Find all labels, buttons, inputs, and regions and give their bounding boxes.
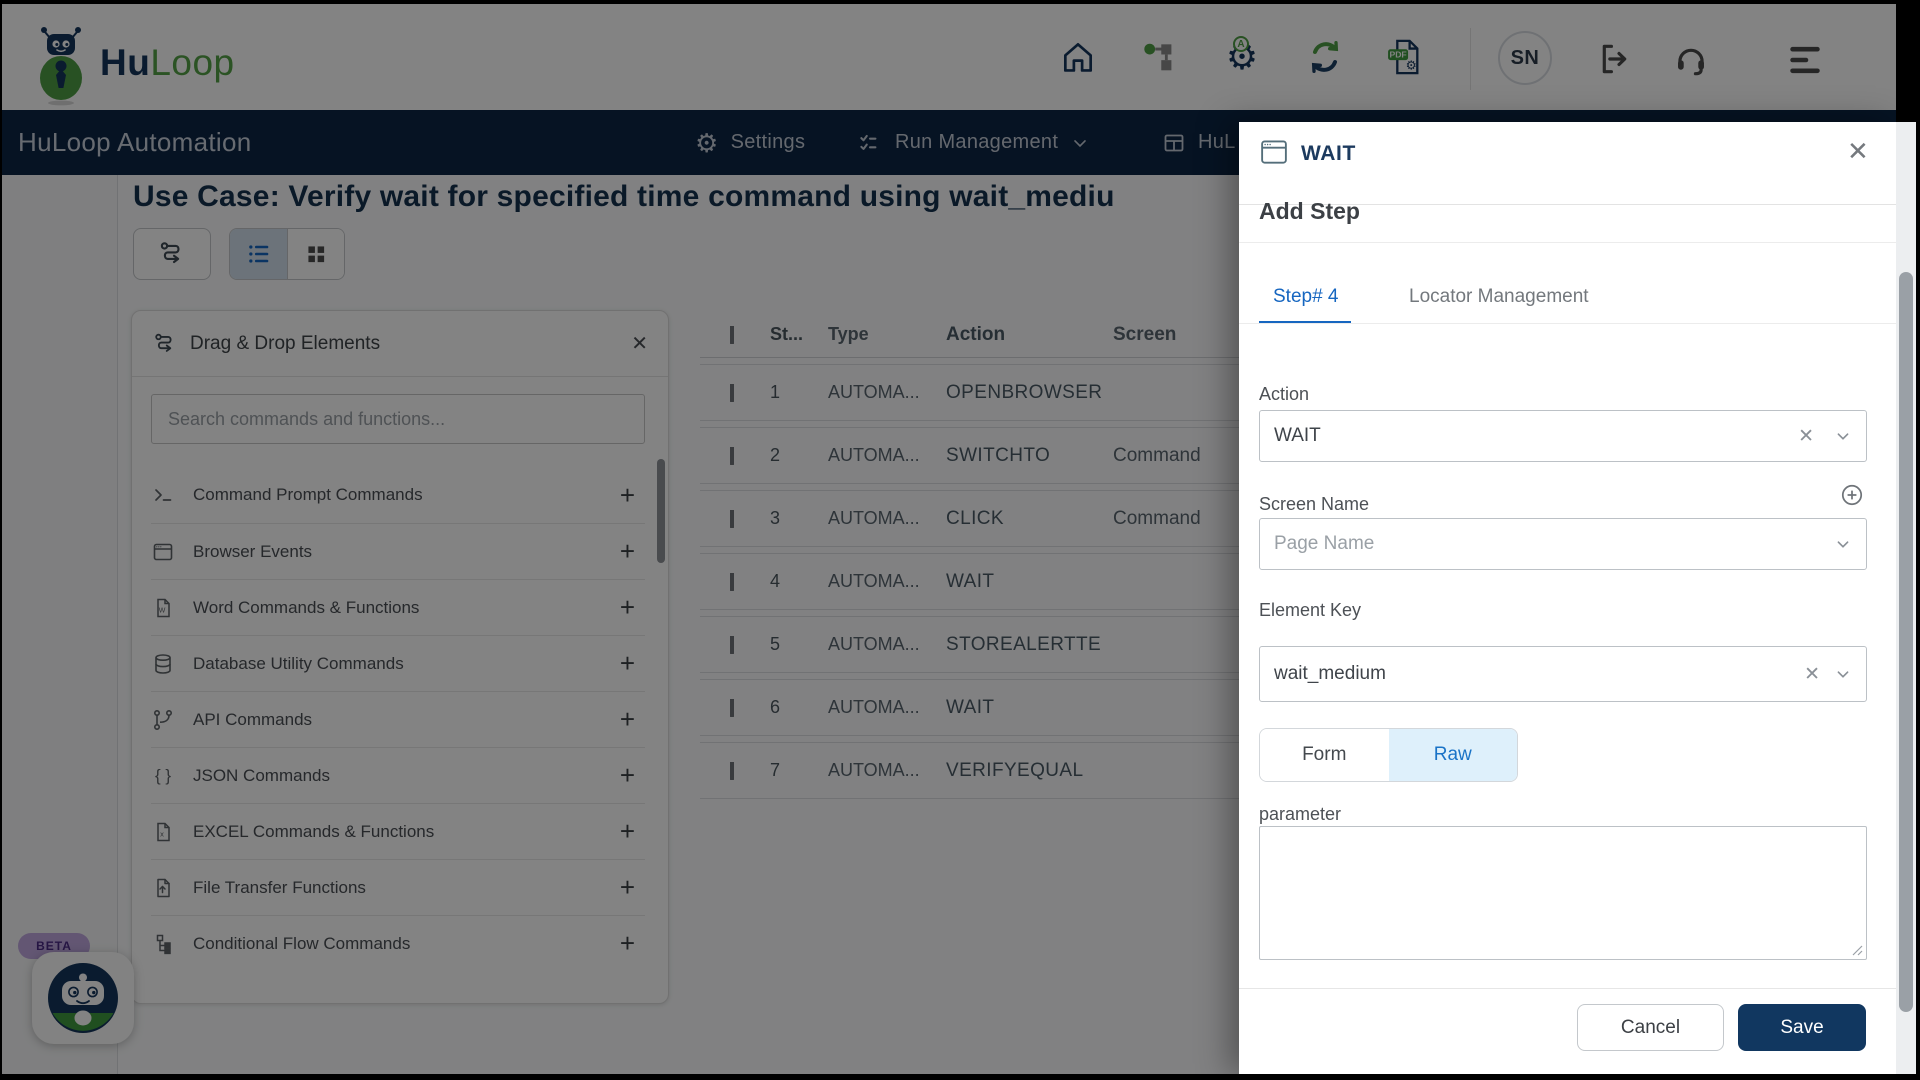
- chevron-down-icon[interactable]: [1832, 425, 1854, 447]
- mode-toggle: Form Raw: [1259, 728, 1518, 782]
- form-mode-button[interactable]: Form: [1260, 729, 1389, 781]
- tabs-divider: [1239, 323, 1896, 324]
- raw-mode-button[interactable]: Raw: [1388, 729, 1517, 781]
- modal-title: WAIT: [1301, 142, 1356, 165]
- save-button[interactable]: Save: [1738, 1004, 1866, 1051]
- cancel-button[interactable]: Cancel: [1577, 1004, 1724, 1051]
- chevron-down-icon[interactable]: [1832, 533, 1854, 555]
- add-screen-icon[interactable]: [1839, 482, 1865, 508]
- browser-window-icon: [1259, 138, 1289, 166]
- clear-icon[interactable]: ✕: [1804, 663, 1820, 686]
- tab-step-4[interactable]: Step# 4: [1273, 286, 1339, 308]
- parameter-textarea[interactable]: [1259, 826, 1867, 960]
- close-icon[interactable]: ✕: [1847, 136, 1869, 167]
- screen-name-label: Screen Name: [1259, 494, 1370, 514]
- app-window: HuLoop ⚙ A PDF ⚙ SN HuLoop Automation ⚙ …: [0, 0, 1920, 1080]
- footer-divider: [1239, 988, 1896, 989]
- chevron-down-icon[interactable]: [1832, 663, 1854, 685]
- window-border-left: [0, 0, 2, 1080]
- clear-icon[interactable]: ✕: [1798, 425, 1814, 448]
- section-divider: [1239, 242, 1896, 243]
- action-label: Action: [1259, 384, 1310, 404]
- tab-locator-management[interactable]: Locator Management: [1409, 286, 1589, 308]
- element-key-select[interactable]: wait_medium ✕: [1259, 646, 1867, 702]
- element-key-label: Element Key: [1259, 600, 1362, 620]
- action-select[interactable]: WAIT ✕: [1259, 410, 1867, 462]
- wait-step-modal: WAIT ✕ Add Step Step# 4 Locator Manageme…: [1239, 122, 1896, 1074]
- window-border-right: [1916, 0, 1920, 1080]
- parameter-label: parameter: [1259, 804, 1342, 824]
- window-border-top: [0, 0, 1920, 4]
- modal-section-title: Add Step: [1259, 198, 1360, 224]
- screen-name-select[interactable]: Page Name: [1259, 518, 1867, 570]
- page-scrollbar-thumb[interactable]: [1899, 272, 1913, 1012]
- window-border-bottom: [0, 1074, 1920, 1080]
